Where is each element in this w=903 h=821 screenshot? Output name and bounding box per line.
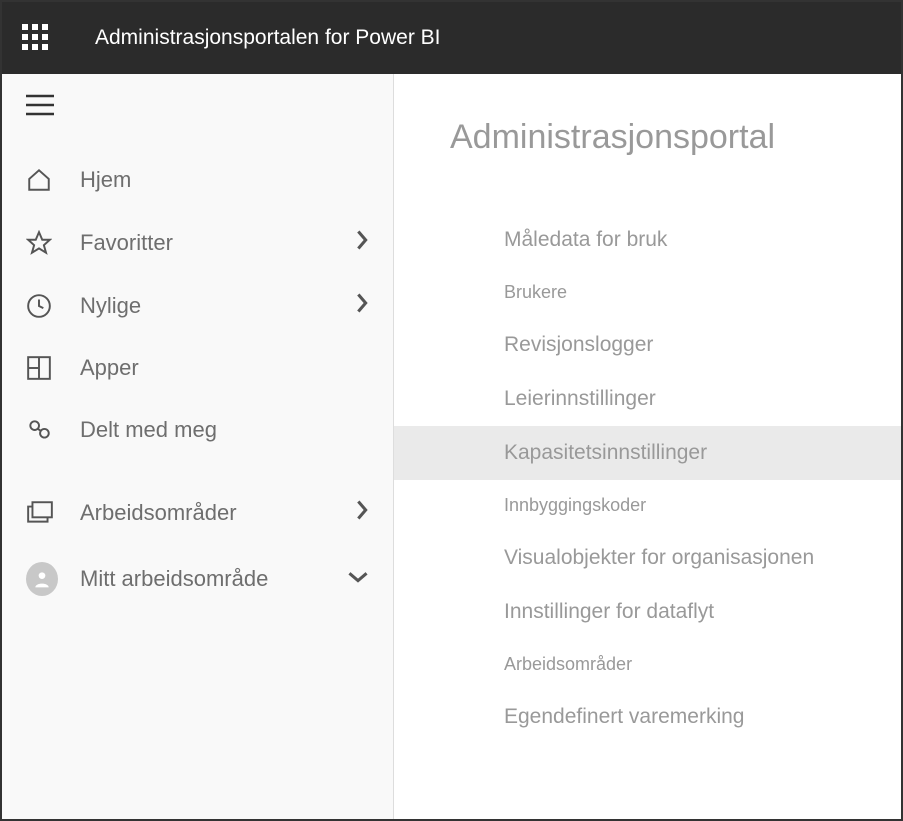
sidebar-item-shared[interactable]: Delt med meg: [2, 399, 393, 461]
sidebar-item-my-workspace[interactable]: Mitt arbeidsområde: [2, 544, 393, 614]
clock-icon: [26, 293, 58, 319]
page-title: Administrasjonsportal: [394, 118, 901, 157]
sidebar-item-workspaces[interactable]: Arbeidsområder: [2, 481, 393, 544]
app-title: Administrasjonsportalen for Power BI: [95, 26, 441, 50]
workspaces-icon: [26, 500, 58, 526]
chevron-right-icon: [355, 292, 369, 319]
admin-item-capacity-settings[interactable]: Kapasitetsinnstillinger: [394, 426, 901, 480]
admin-item-embed-codes[interactable]: Innbyggingskoder: [394, 480, 901, 531]
admin-item-usage-metrics[interactable]: Måledata for bruk: [394, 213, 901, 267]
share-icon: [26, 417, 58, 443]
divider: [2, 461, 393, 481]
apps-icon: [26, 355, 58, 381]
main-panel: Administrasjonsportal Måledata for bruk …: [394, 74, 901, 819]
chevron-right-icon: [355, 499, 369, 526]
sidebar-item-label: Hjem: [80, 167, 369, 193]
sidebar-item-apps[interactable]: Apper: [2, 337, 393, 399]
admin-item-tenant-settings[interactable]: Leierinnstillinger: [394, 372, 901, 426]
content-area: Hjem Favoritter Nylige: [2, 74, 901, 819]
admin-item-workspaces[interactable]: Arbeidsområder: [394, 639, 901, 690]
admin-item-users[interactable]: Brukere: [394, 267, 901, 318]
sidebar-item-favorites[interactable]: Favoritter: [2, 211, 393, 274]
sidebar-item-label: Delt med meg: [80, 417, 369, 443]
sidebar-item-label: Mitt arbeidsområde: [80, 566, 347, 592]
sidebar-item-label: Arbeidsområder: [80, 500, 355, 526]
sidebar: Hjem Favoritter Nylige: [2, 74, 394, 819]
admin-item-org-visuals[interactable]: Visualobjekter for organisasjonen: [394, 531, 901, 585]
admin-item-audit-logs[interactable]: Revisjonslogger: [394, 318, 901, 372]
sidebar-item-label: Favoritter: [80, 230, 355, 256]
hamburger-icon[interactable]: [2, 74, 393, 149]
chevron-right-icon: [355, 229, 369, 256]
avatar-icon: [26, 562, 58, 596]
chevron-down-icon: [347, 570, 369, 589]
sidebar-item-home[interactable]: Hjem: [2, 149, 393, 211]
sidebar-item-label: Apper: [80, 355, 369, 381]
sidebar-item-label: Nylige: [80, 293, 355, 319]
home-icon: [26, 167, 58, 193]
admin-item-custom-branding[interactable]: Egendefinert varemerking: [394, 690, 901, 744]
app-header: Administrasjonsportalen for Power BI: [2, 2, 901, 74]
admin-menu: Måledata for bruk Brukere Revisjonslogge…: [394, 213, 901, 744]
sidebar-item-recent[interactable]: Nylige: [2, 274, 393, 337]
admin-item-dataflow-settings[interactable]: Innstillinger for dataflyt: [394, 585, 901, 639]
star-icon: [26, 230, 58, 256]
waffle-icon[interactable]: [22, 24, 50, 52]
